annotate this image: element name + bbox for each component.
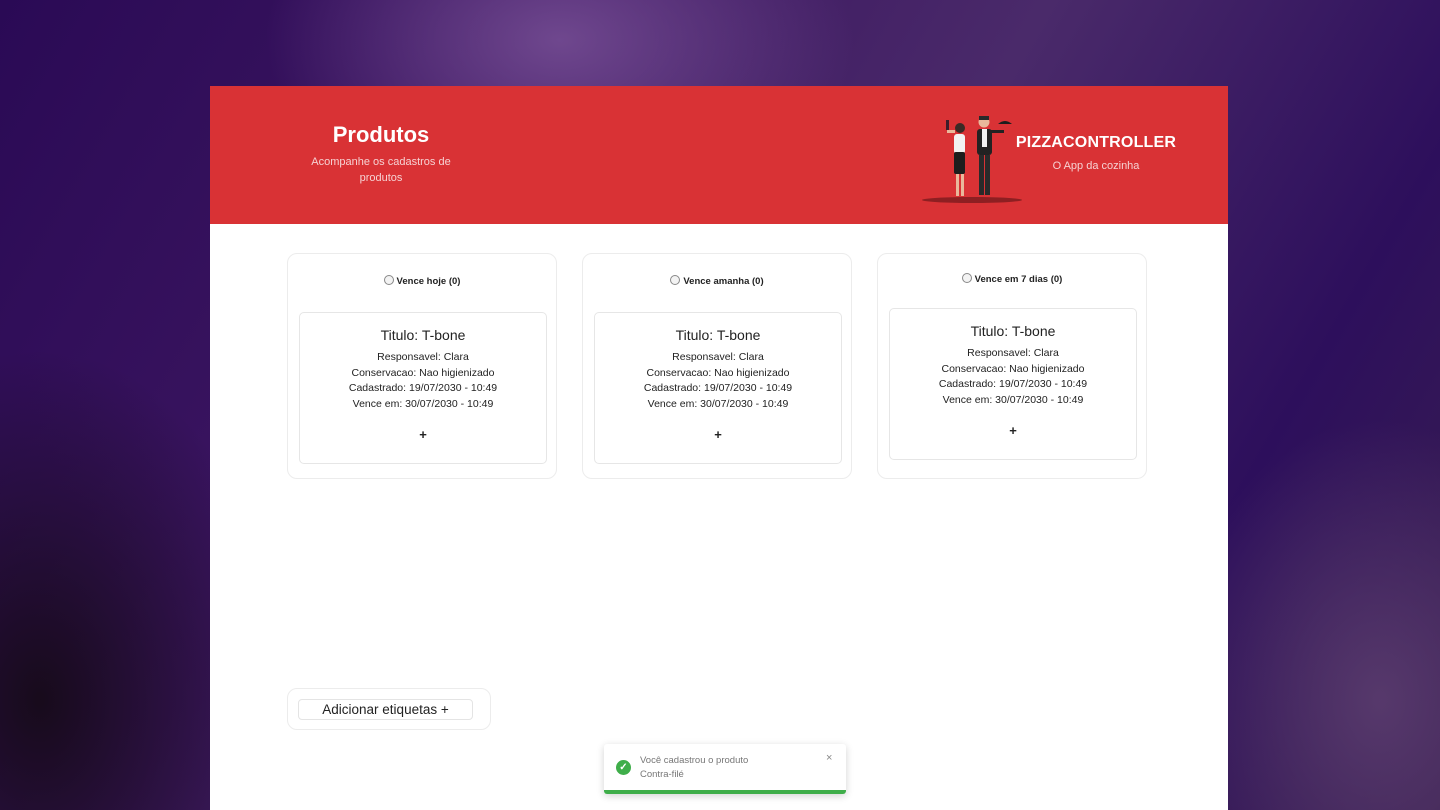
page-subtitle: Acompanhe os cadastros de produtos: [311, 156, 451, 184]
card-vence: Vence em: 30/07/2030 - 10:49: [942, 393, 1084, 406]
card-conservacao: Conservacao: Nao higienizado: [646, 366, 790, 379]
expand-button[interactable]: +: [890, 423, 1136, 438]
page-title: Produtos: [332, 122, 430, 147]
card-responsavel: Responsavel: Clara: [672, 351, 764, 363]
toast-progress-bar: [604, 790, 846, 794]
card-responsavel: Responsavel: Clara: [967, 347, 1059, 359]
card-vence: Vence em: 30/07/2030 - 10:49: [352, 397, 494, 410]
column-title: Vence amanha (0): [583, 275, 851, 287]
clock-icon: [383, 275, 394, 285]
product-card: Titulo: T-bone Responsavel: Clara Conser…: [889, 308, 1137, 460]
column-vence-hoje: Vence hoje (0) Titulo: T-bone Responsave…: [287, 253, 557, 479]
card-title: Titulo: T-bone: [970, 323, 1056, 339]
card-cadastrado: Cadastrado: 19/07/2030 - 10:49: [938, 378, 1088, 390]
success-toast: ✓ Você cadastrou o produto Contra-filé ×: [604, 744, 846, 794]
product-card: Titulo: T-bone Responsavel: Clara Conser…: [299, 312, 547, 464]
card-cadastrado: Cadastrado: 19/07/2030 - 10:49: [348, 382, 498, 394]
waiters-illustration: [922, 116, 1022, 203]
clock-icon: [961, 273, 972, 283]
card-title: Titulo: T-bone: [380, 327, 466, 343]
brand-tagline: O App da cozinha: [1052, 160, 1140, 172]
card-conservacao: Conservacao: Nao higienizado: [351, 366, 495, 379]
card-cadastrado: Cadastrado: 19/07/2030 - 10:49: [643, 382, 793, 394]
expand-button[interactable]: +: [300, 427, 546, 442]
add-labels-container: Adicionar etiquetas +: [287, 688, 491, 730]
card-vence: Vence em: 30/07/2030 - 10:49: [647, 397, 789, 410]
column-vence-amanha: Vence amanha (0) Titulo: T-bone Responsa…: [582, 253, 852, 479]
card-conservacao: Conservacao: Nao higienizado: [941, 362, 1085, 375]
check-circle-icon: ✓: [616, 760, 631, 775]
card-title: Titulo: T-bone: [675, 327, 761, 343]
card-responsavel: Responsavel: Clara: [377, 351, 469, 363]
toast-message: Você cadastrou o produto Contra-filé: [640, 755, 749, 780]
column-vence-7-dias: Vence em 7 dias (0) Titulo: T-bone Respo…: [877, 253, 1147, 479]
close-icon[interactable]: ×: [826, 752, 832, 764]
brand-name: PIZZACONTROLLER: [1015, 134, 1177, 151]
page-header: Produtos Acompanhe os cadastros de produ…: [210, 86, 1228, 224]
clock-icon: [670, 275, 681, 285]
expand-button[interactable]: +: [595, 427, 841, 442]
app-window: Produtos Acompanhe os cadastros de produ…: [210, 86, 1228, 810]
column-title: Vence em 7 dias (0): [878, 273, 1146, 285]
product-card: Titulo: T-bone Responsavel: Clara Conser…: [594, 312, 842, 464]
column-title: Vence hoje (0): [288, 275, 556, 287]
add-labels-button[interactable]: Adicionar etiquetas +: [298, 699, 473, 720]
